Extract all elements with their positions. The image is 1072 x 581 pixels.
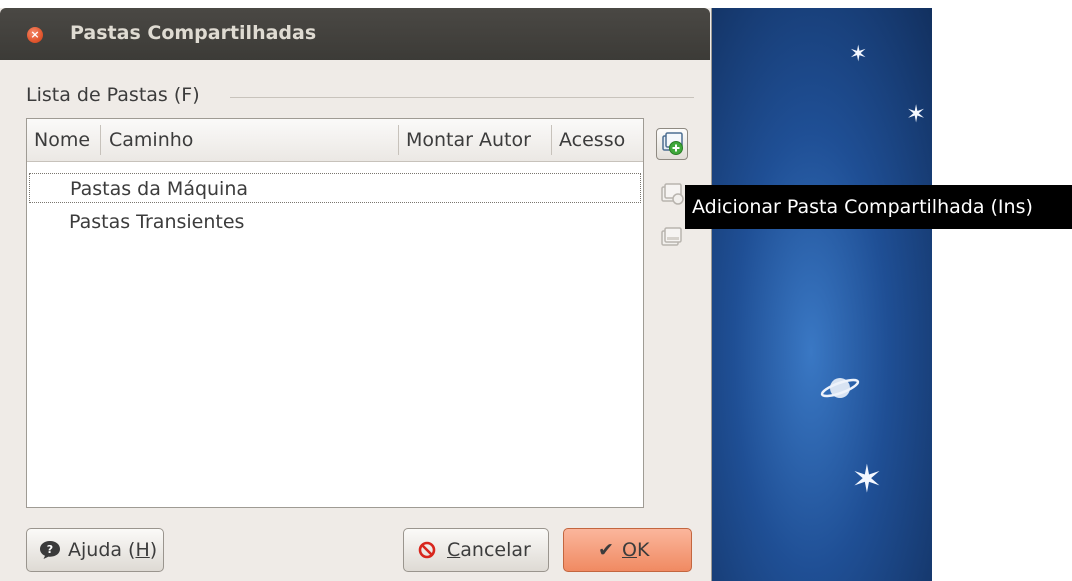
- column-header-name[interactable]: Nome: [27, 119, 101, 161]
- star-decoration: ✶: [849, 42, 868, 67]
- folder-list-group-label: Lista de Pastas (F): [26, 84, 200, 106]
- help-bubble-icon: ?: [40, 541, 60, 559]
- desktop-wallpaper: [712, 8, 932, 581]
- edit-folder-icon: [661, 183, 684, 205]
- list-header: Nome Caminho Montar Autor Acesso: [27, 119, 643, 162]
- column-header-path[interactable]: Caminho: [102, 119, 398, 161]
- help-label-prefix: Ajuda (: [68, 539, 136, 561]
- edit-folder-button[interactable]: [656, 178, 688, 210]
- list-item[interactable]: Pastas Transientes: [29, 207, 641, 237]
- star-decoration: ✶: [906, 100, 927, 128]
- column-header-access[interactable]: Acesso: [552, 119, 642, 161]
- add-folder-icon: [662, 132, 683, 155]
- remove-folder-icon: [661, 227, 682, 246]
- dialog-titlebar: × Pastas Compartilhadas: [0, 8, 710, 60]
- group-divider: [230, 97, 694, 98]
- close-icon[interactable]: ×: [27, 27, 43, 43]
- shared-folders-dialog: × Pastas Compartilhadas Lista de Pastas …: [0, 8, 712, 581]
- svg-text:?: ?: [47, 543, 53, 556]
- star-decoration: ✶: [851, 457, 883, 501]
- cancel-icon: [418, 541, 436, 559]
- dialog-title: Pastas Compartilhadas: [70, 22, 317, 44]
- ok-label-key: O: [622, 539, 637, 561]
- list-item[interactable]: Pastas da Máquina: [29, 173, 641, 203]
- column-header-automount[interactable]: Montar Autor: [399, 119, 552, 161]
- help-label-key: H: [135, 539, 150, 561]
- cancel-label-rest: ancelar: [460, 539, 531, 561]
- column-separator: [100, 125, 101, 155]
- list-item-label: Pastas da Máquina: [70, 178, 249, 200]
- add-folder-tooltip: Adicionar Pasta Compartilhada (Ins): [685, 185, 1072, 229]
- list-item-label: Pastas Transientes: [69, 211, 245, 233]
- planet-icon: [820, 378, 860, 398]
- help-button[interactable]: ? Ajuda (H): [26, 528, 164, 572]
- remove-folder-button[interactable]: [656, 222, 688, 254]
- ok-button[interactable]: ✔ OK: [563, 528, 692, 572]
- ok-label-rest: K: [636, 539, 650, 561]
- cancel-button[interactable]: Cancelar: [403, 528, 549, 572]
- checkmark-icon: ✔: [598, 539, 614, 561]
- folder-list[interactable]: Nome Caminho Montar Autor Acesso Pastas …: [26, 118, 644, 508]
- add-folder-button[interactable]: [656, 128, 688, 160]
- help-label-suffix: ): [149, 539, 158, 561]
- cancel-label-key: C: [447, 539, 461, 561]
